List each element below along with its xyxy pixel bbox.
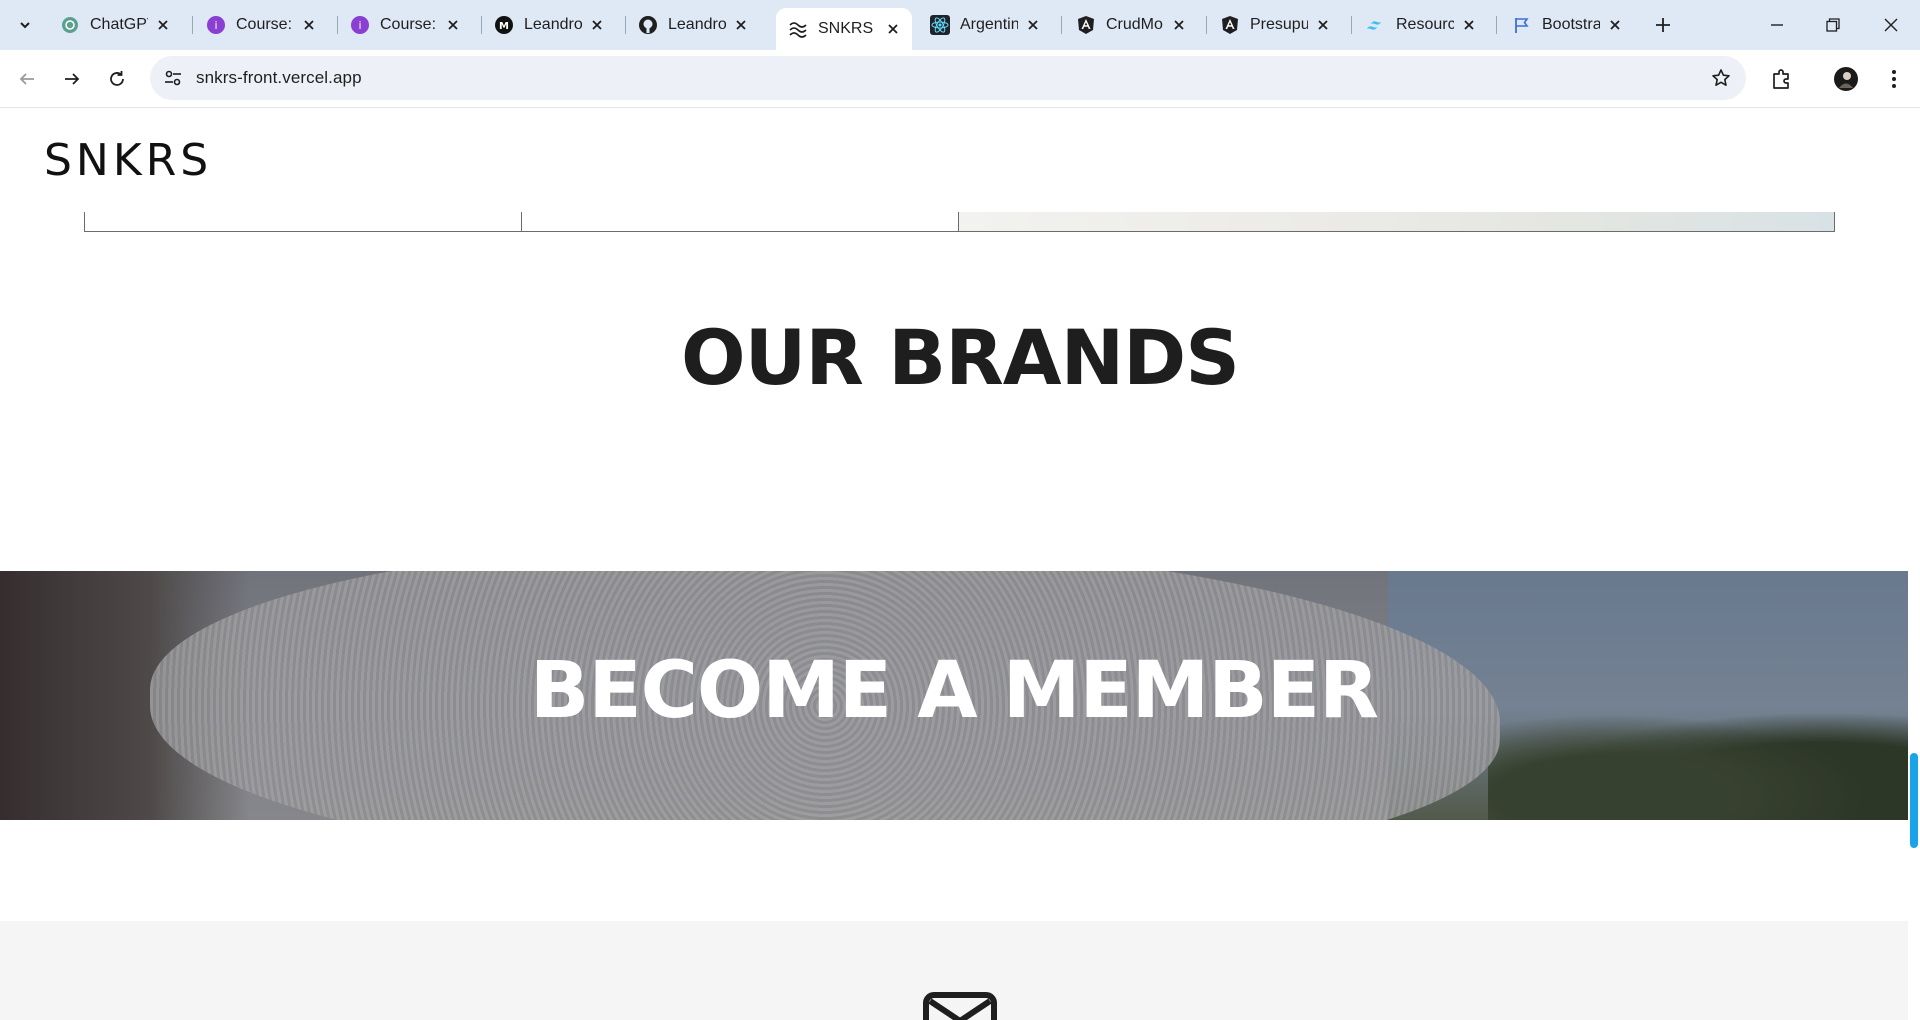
- scrollbar-thumb[interactable]: [1910, 753, 1918, 848]
- forward-arrow-icon[interactable]: [57, 64, 87, 94]
- back-arrow-icon[interactable]: [12, 64, 42, 94]
- tab-title: Resourc: [1396, 16, 1454, 33]
- browser-toolbar: snkrs-front.vercel.app: [0, 50, 1920, 108]
- tab-course-1[interactable]: i Course:: [194, 8, 328, 42]
- course-icon: i: [206, 15, 226, 35]
- tab-title: Bootstra: [1542, 16, 1600, 33]
- close-tab-icon[interactable]: [300, 16, 318, 34]
- angular-icon: [1076, 15, 1096, 35]
- angular-icon: [1220, 15, 1240, 35]
- svg-text:i: i: [358, 19, 361, 32]
- close-tab-icon[interactable]: [884, 20, 902, 38]
- close-tab-icon[interactable]: [1314, 16, 1332, 34]
- tailwind-icon: [1366, 15, 1386, 35]
- close-tab-icon[interactable]: [1460, 16, 1478, 34]
- tab-chatgpt[interactable]: ChatGPT: [48, 8, 182, 42]
- tab-crudmo[interactable]: CrudMo: [1064, 8, 1198, 42]
- mail-envelope-icon: [922, 991, 998, 1020]
- close-tab-icon[interactable]: [588, 16, 606, 34]
- logo-text: SNKRS: [44, 140, 212, 180]
- flag-icon: [1512, 15, 1532, 35]
- tab-separator: [1206, 16, 1207, 34]
- tab-separator: [192, 16, 193, 34]
- minimize-icon[interactable]: [1762, 10, 1792, 40]
- more-menu-dots-icon[interactable]: [1878, 63, 1910, 95]
- reload-icon[interactable]: [102, 64, 132, 94]
- tab-title: Argentin: [960, 16, 1018, 33]
- url-text[interactable]: snkrs-front.vercel.app: [196, 68, 362, 88]
- site-header: SNKRS: [0, 108, 1908, 212]
- tab-title: ChatGPT: [90, 16, 148, 33]
- close-window-icon[interactable]: [1876, 10, 1906, 40]
- svg-text:i: i: [214, 19, 217, 32]
- tab-snkrs[interactable]: SNKRS: [776, 8, 912, 50]
- tab-title: Course:: [380, 16, 437, 33]
- extensions-puzzle-icon[interactable]: [1766, 63, 1798, 95]
- tab-title: Course:: [236, 16, 293, 33]
- site-info-tune-icon[interactable]: [162, 67, 184, 89]
- become-member-heading: BECOME A MEMBER: [529, 646, 1379, 736]
- tab-title: Leandro: [668, 16, 726, 33]
- course-icon: i: [350, 15, 370, 35]
- page-viewport: SNKRS OUR BRANDS BECOME A MEMBER: [0, 108, 1920, 1020]
- close-tab-icon[interactable]: [444, 16, 462, 34]
- tab-argentina[interactable]: Argentin: [918, 8, 1052, 42]
- tab-strip: ChatGPT i Course: i Course: M Leandro Le…: [0, 0, 1920, 50]
- tab-title: CrudMo: [1106, 16, 1163, 33]
- page-scrollbar[interactable]: [1908, 108, 1920, 1020]
- svg-text:M: M: [499, 21, 509, 32]
- address-bar[interactable]: snkrs-front.vercel.app: [150, 56, 1746, 100]
- our-brands-heading: OUR BRANDS: [681, 313, 1240, 402]
- tab-leandro-github[interactable]: Leandro: [626, 8, 760, 42]
- chatgpt-icon: [60, 15, 80, 35]
- tab-title: Presupu: [1250, 16, 1308, 33]
- close-tab-icon[interactable]: [1170, 16, 1188, 34]
- snkrs-icon: [788, 19, 808, 39]
- tab-separator: [1351, 16, 1352, 34]
- tab-title: SNKRS: [818, 20, 874, 37]
- tab-title: Leandro: [524, 16, 582, 33]
- close-tab-icon[interactable]: [732, 16, 750, 34]
- close-tab-icon[interactable]: [154, 16, 172, 34]
- tab-separator: [1496, 16, 1497, 34]
- become-member-banner[interactable]: BECOME A MEMBER: [0, 571, 1908, 820]
- profile-avatar[interactable]: [1830, 63, 1862, 95]
- tab-separator: [1061, 16, 1062, 34]
- close-tab-icon[interactable]: [1606, 16, 1624, 34]
- medium-icon: M: [494, 15, 514, 35]
- tab-presupuesto[interactable]: Presupu: [1208, 8, 1342, 42]
- bookmark-star-icon[interactable]: [1710, 67, 1732, 89]
- tab-search-chevron-icon[interactable]: [12, 12, 38, 38]
- tab-course-2[interactable]: i Course:: [338, 8, 472, 42]
- tab-leandro-medium[interactable]: M Leandro: [482, 8, 616, 42]
- snkrs-logo[interactable]: SNKRS: [44, 135, 260, 186]
- react-icon: [930, 15, 950, 35]
- new-tab-plus-icon[interactable]: [1650, 12, 1676, 38]
- close-tab-icon[interactable]: [1024, 16, 1042, 34]
- tab-resources[interactable]: Resourc: [1354, 8, 1488, 42]
- tab-bootstrap[interactable]: Bootstra: [1500, 8, 1634, 42]
- newsletter-section: [0, 921, 1908, 1020]
- github-icon: [638, 15, 658, 35]
- restore-icon[interactable]: [1818, 10, 1848, 40]
